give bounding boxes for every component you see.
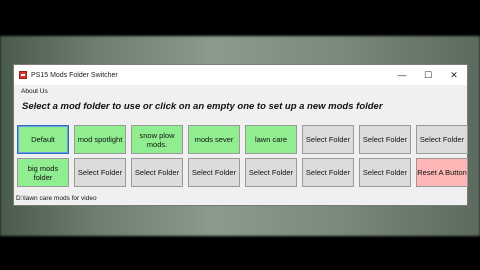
window-controls: — ☐ ✕ (389, 65, 467, 85)
reset-button[interactable]: Reset A Button (416, 158, 468, 187)
maximize-button[interactable]: ☐ (415, 65, 441, 85)
title-bar[interactable]: PS15 Mods Folder Switcher — ☐ ✕ (14, 65, 467, 85)
folder-button-10[interactable]: Select Folder (74, 158, 126, 187)
folder-button-15[interactable]: Select Folder (359, 158, 411, 187)
close-button[interactable]: ✕ (441, 65, 467, 85)
status-path: D:\lawn care mods for video (16, 195, 97, 202)
folder-button-9[interactable]: big mods folder (17, 158, 69, 187)
folder-button-12[interactable]: Select Folder (188, 158, 240, 187)
folder-button-11[interactable]: Select Folder (131, 158, 183, 187)
folder-button-5[interactable]: lawn care (245, 125, 297, 154)
window-title: PS15 Mods Folder Switcher (31, 71, 118, 79)
app-window: PS15 Mods Folder Switcher — ☐ ✕ About Us… (13, 64, 468, 206)
menu-about-us[interactable]: About Us (21, 88, 48, 95)
folder-button-8[interactable]: Select Folder (416, 125, 468, 154)
status-bar: D:\lawn care mods for video (14, 192, 467, 205)
folder-button-3[interactable]: snow plow mods. (131, 125, 183, 154)
menu-bar: About Us (14, 85, 467, 97)
folder-button-7[interactable]: Select Folder (359, 125, 411, 154)
folder-button-6[interactable]: Select Folder (302, 125, 354, 154)
instruction-text: Select a mod folder to use or click on a… (22, 101, 383, 112)
folder-button-1[interactable]: Default (17, 125, 69, 154)
folder-button-14[interactable]: Select Folder (302, 158, 354, 187)
folder-button-2[interactable]: mod spotlight (74, 125, 126, 154)
folder-button-4[interactable]: mods sever (188, 125, 240, 154)
app-icon (19, 71, 27, 79)
folder-button-13[interactable]: Select Folder (245, 158, 297, 187)
minimize-button[interactable]: — (389, 65, 415, 85)
folder-button-grid: Default mod spotlight snow plow mods. mo… (17, 125, 468, 187)
